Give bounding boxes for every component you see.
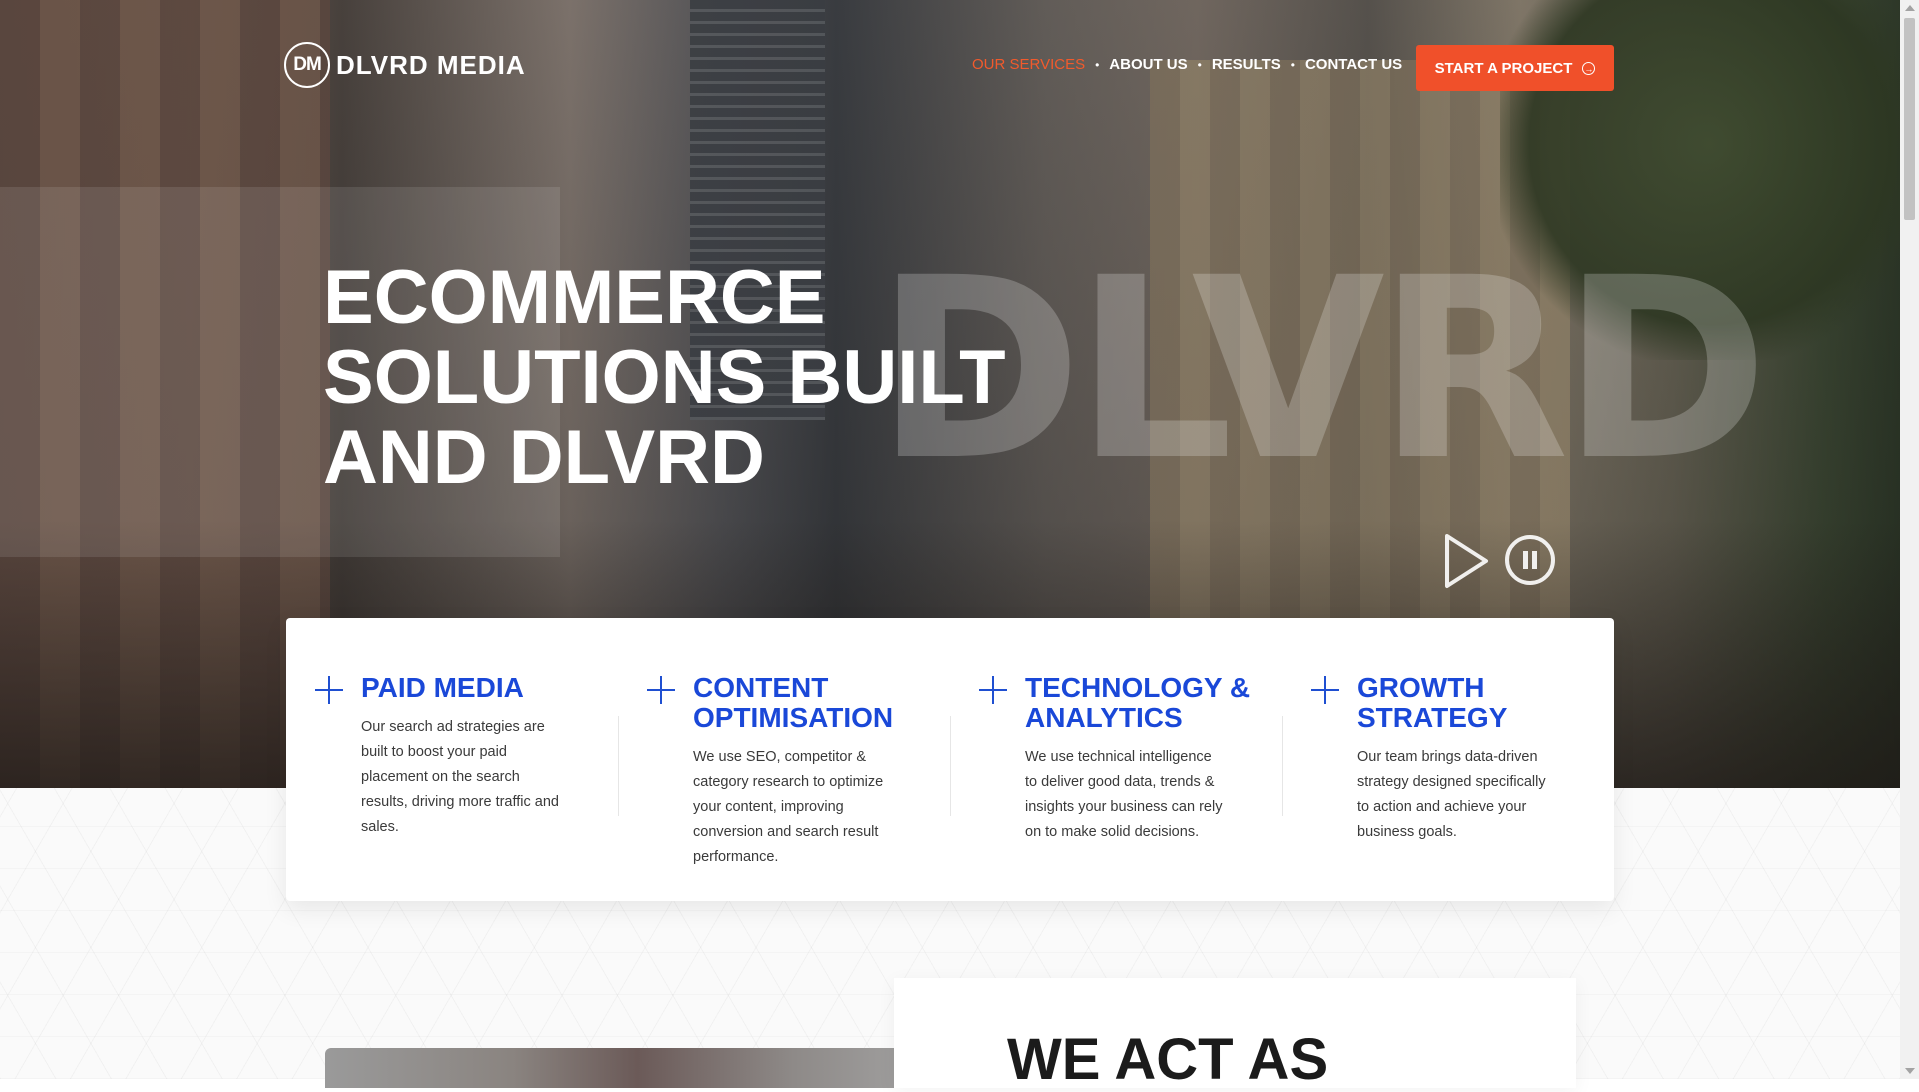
service-title: PAID MEDIA <box>361 672 524 703</box>
main-nav: OUR SERVICES • ABOUT US • RESULTS • CONT… <box>972 56 1402 73</box>
service-content-optimisation[interactable]: CONTENT OPTIMISATION We use SEO, competi… <box>618 618 950 901</box>
play-icon[interactable] <box>1442 532 1490 590</box>
nav-item-contact-us[interactable]: CONTACT US <box>1305 56 1402 73</box>
logo-mark: DM <box>284 42 330 88</box>
service-paid-media[interactable]: PAID MEDIA Our search ad strategies are … <box>286 618 618 901</box>
nav-separator: • <box>1197 57 1202 72</box>
scroll-up-icon[interactable] <box>1905 5 1915 11</box>
service-description: We use SEO, competitor & category resear… <box>693 749 884 865</box>
service-title: TECHNOLOGY & ANALYTICS <box>1025 672 1251 733</box>
nav-separator: • <box>1290 57 1295 72</box>
plus-icon <box>647 676 675 704</box>
service-description: Our team brings data-driven strategy des… <box>1357 749 1546 840</box>
hero-title-line: ECOMMERCE <box>323 255 826 340</box>
page-scrollbar[interactable] <box>1900 0 1919 1079</box>
arrow-circle-right-icon: → <box>1582 61 1596 75</box>
plus-icon <box>1311 676 1339 704</box>
scroll-down-icon[interactable] <box>1905 1068 1915 1074</box>
services-card: PAID MEDIA Our search ad strategies are … <box>286 618 1614 901</box>
nav-item-our-services[interactable]: OUR SERVICES <box>972 56 1085 73</box>
pause-icon[interactable] <box>1505 535 1555 585</box>
start-project-button[interactable]: START A PROJECT → <box>1416 45 1614 91</box>
hero-title-line: AND DLVRD <box>323 415 765 500</box>
nav-item-about-us[interactable]: ABOUT US <box>1109 56 1187 73</box>
service-description: We use technical intelligence to deliver… <box>1025 749 1223 840</box>
logo-text: DLVRD MEDIA <box>336 49 526 80</box>
scrollbar-thumb[interactable] <box>1904 18 1915 220</box>
nav-item-results[interactable]: RESULTS <box>1212 56 1281 73</box>
service-title: GROWTH STRATEGY <box>1357 672 1508 733</box>
plus-icon <box>315 676 343 704</box>
hero-title-line: SOLUTIONS BUILT <box>323 335 1006 420</box>
plus-icon <box>979 676 1007 704</box>
service-description: Our search ad strategies are built to bo… <box>361 719 559 835</box>
hero-title: ECOMMERCE SOLUTIONS BUILT AND DLVRD <box>323 258 1083 498</box>
start-project-label: START A PROJECT <box>1434 59 1573 77</box>
about-heading: WE ACT AS <box>1007 1027 1329 1092</box>
service-title: CONTENT OPTIMISATION <box>693 672 894 733</box>
nav-separator: • <box>1095 57 1100 72</box>
service-growth-strategy[interactable]: GROWTH STRATEGY Our team brings data-dri… <box>1282 618 1614 901</box>
service-technology-analytics[interactable]: TECHNOLOGY & ANALYTICS We use technical … <box>950 618 1282 901</box>
about-image <box>325 1048 950 1088</box>
brand-logo[interactable]: DM DLVRD MEDIA <box>284 42 526 88</box>
